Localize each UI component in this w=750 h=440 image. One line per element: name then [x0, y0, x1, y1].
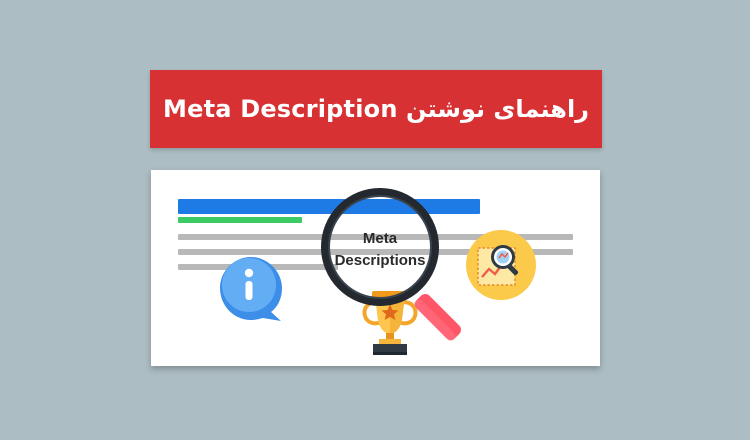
- analytics-search-icon: [466, 230, 536, 300]
- magnifier-label-line2: Descriptions: [334, 252, 426, 269]
- info-speech-bubble-icon: [220, 257, 282, 321]
- magnifier-label: Meta Descriptions: [317, 228, 443, 272]
- banner-title: راهنمای نوشتن Meta Description: [163, 95, 589, 123]
- title-banner: راهنمای نوشتن Meta Description: [150, 70, 602, 148]
- magnifier-label-line1: Meta: [362, 230, 398, 247]
- search-result-card: Meta Descriptions: [151, 170, 600, 366]
